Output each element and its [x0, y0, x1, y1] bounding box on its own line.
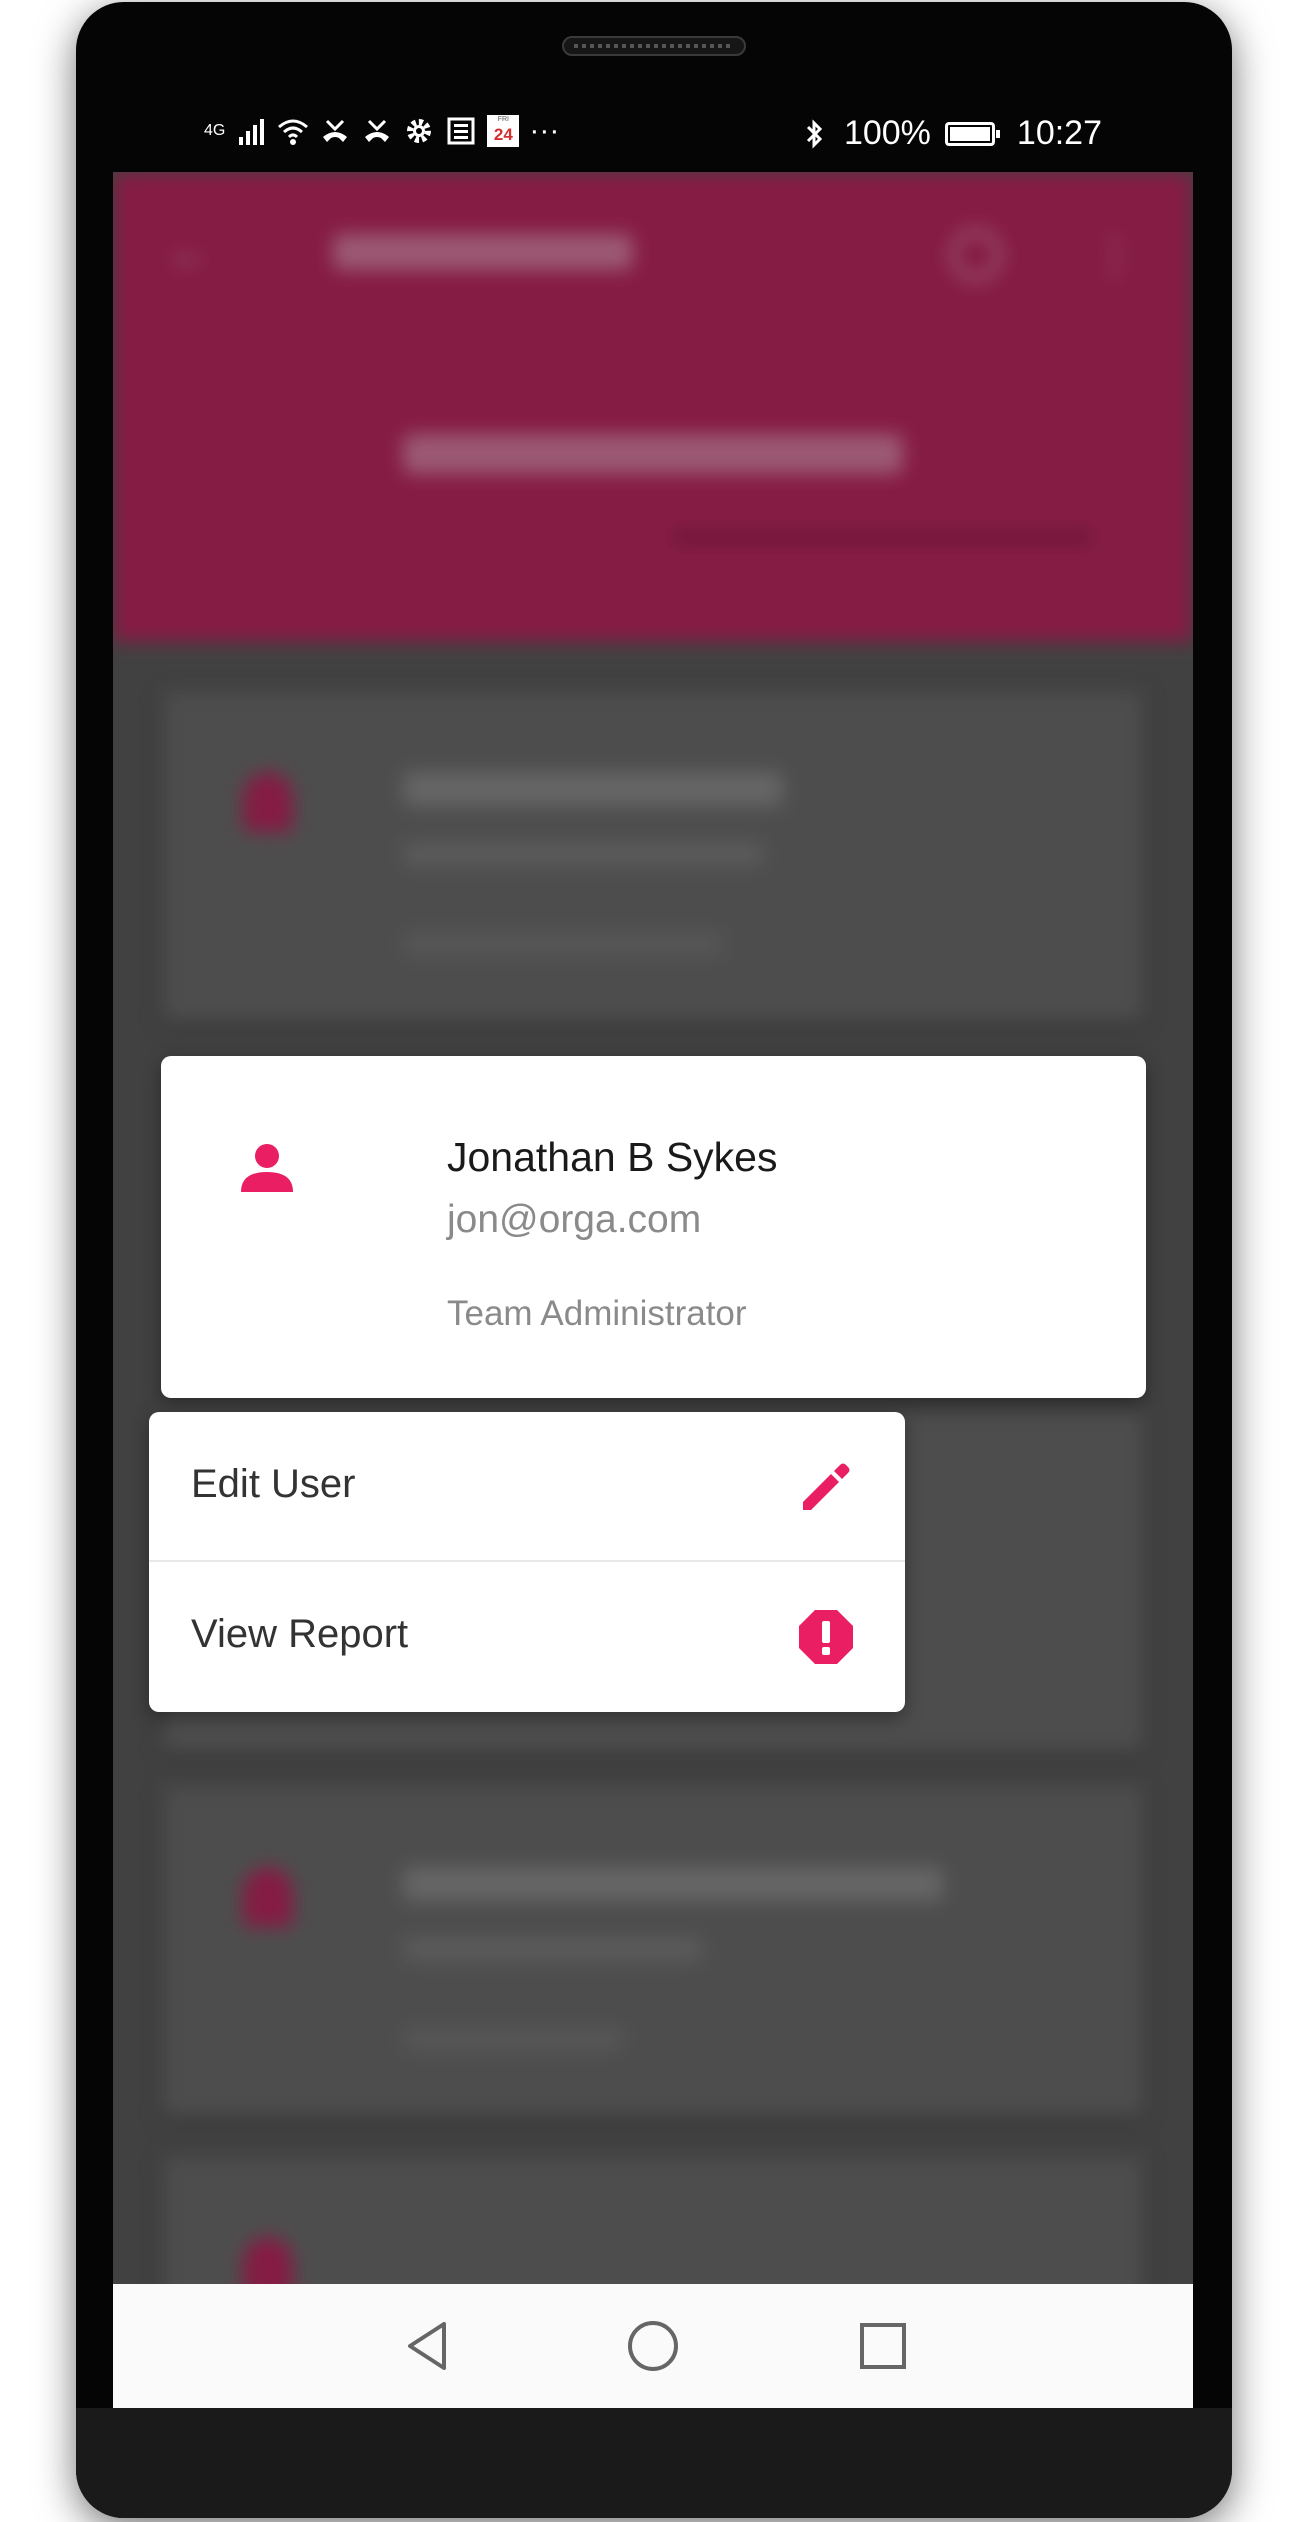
system-nav-bar: [113, 2284, 1193, 2408]
status-bar: 4G FRI 24 ··· 100% 10:27: [116, 104, 1192, 168]
user-name: Jonathan B Sykes: [447, 1134, 778, 1180]
battery-charging-icon: [944, 121, 1000, 146]
wifi-icon: [278, 119, 309, 145]
battery-percent: 100%: [843, 114, 931, 152]
recents-nav-icon[interactable]: [853, 2316, 913, 2376]
news-icon: [447, 117, 475, 145]
bluetooth-icon: [806, 118, 823, 149]
phone-bottom: [76, 2408, 1232, 2518]
report-alert-icon: [799, 1610, 853, 1664]
more-notifications-icon: ···: [529, 114, 560, 147]
pencil-icon: [803, 1463, 850, 1510]
menu-item-view-report[interactable]: View Report: [149, 1562, 905, 1712]
menu-item-label: View Report: [191, 1612, 409, 1656]
context-menu: Edit User View Report: [149, 1412, 905, 1712]
missed-call-icon: [323, 119, 348, 142]
selected-user-card: Jonathan B Sykes jon@orga.com Team Admin…: [161, 1056, 1146, 1398]
user-role: Team Administrator: [447, 1294, 747, 1333]
user-email: jon@orga.com: [447, 1198, 702, 1241]
home-nav-icon[interactable]: [623, 2316, 683, 2376]
calendar-day: 24: [493, 125, 513, 144]
calendar-month: FRI: [497, 116, 509, 123]
status-left: 4G FRI 24 ···: [204, 114, 559, 148]
status-right: 100% 10:27: [798, 114, 1102, 153]
signal-icon: [239, 119, 265, 145]
missed-call-icon-2: [365, 119, 390, 142]
back-nav-icon[interactable]: [398, 2316, 458, 2376]
clock: 10:27: [1016, 114, 1102, 152]
phone-speaker: [562, 36, 746, 56]
person-icon: [241, 1144, 293, 1192]
menu-item-label: Edit User: [191, 1462, 356, 1506]
settings-icon: [407, 119, 432, 143]
calendar-icon: FRI 24: [487, 115, 520, 147]
app-screen: ← ⋮ Jonathan B Sykes jon@orga.com Team A…: [113, 172, 1193, 2284]
menu-item-edit-user[interactable]: Edit User: [149, 1412, 905, 1562]
network-type-icon: 4G: [204, 122, 226, 139]
